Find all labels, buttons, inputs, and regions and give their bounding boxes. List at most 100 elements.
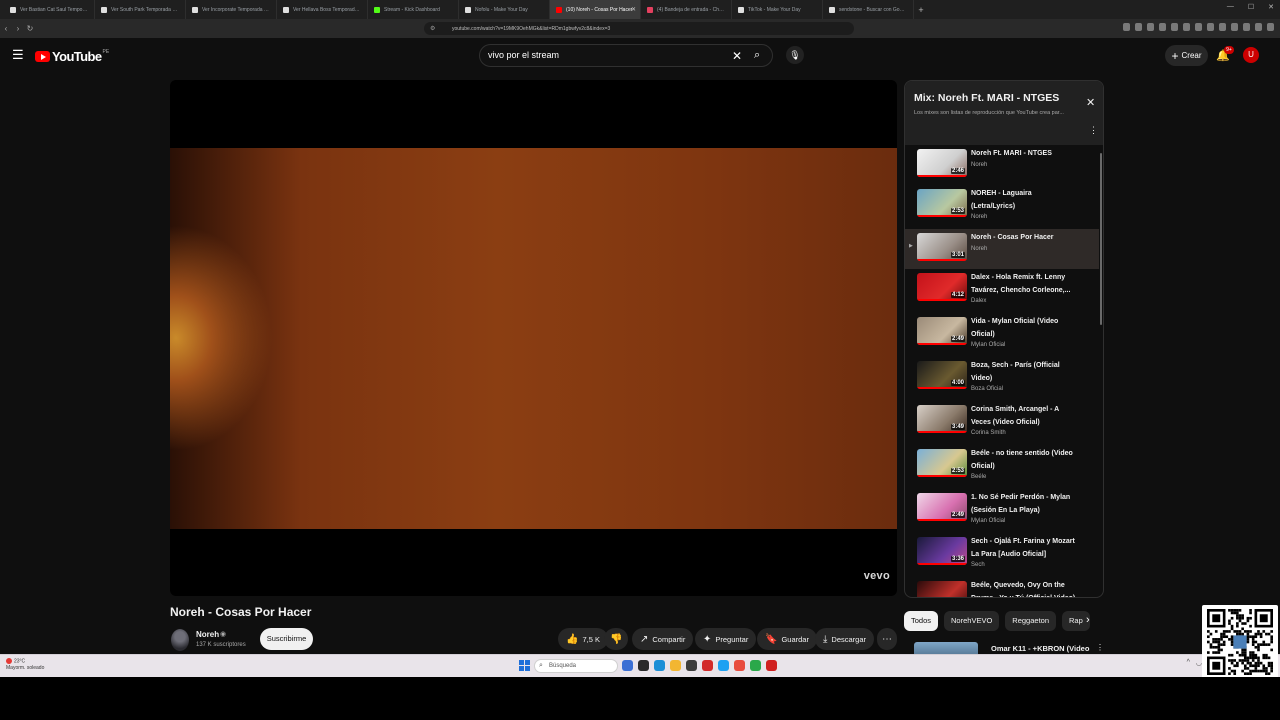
more-actions-button[interactable]: ⋯ bbox=[877, 628, 897, 650]
microphone-icon[interactable]: 🎙 bbox=[786, 46, 804, 64]
hamburger-menu-icon[interactable]: ☰ bbox=[12, 48, 24, 61]
extension-icon[interactable] bbox=[1159, 23, 1166, 31]
browser-tab[interactable]: Stream - Kick Dashboard bbox=[368, 0, 459, 19]
share-button[interactable]: ↗ Compartir bbox=[632, 628, 694, 650]
tab-favicon-icon bbox=[374, 6, 380, 13]
subscribe-button[interactable]: Suscribirme bbox=[260, 628, 313, 650]
channel-name[interactable]: Noreh bbox=[196, 630, 219, 639]
account-avatar[interactable]: U bbox=[1243, 47, 1259, 63]
playlist-title[interactable]: Mix: Noreh Ft. MARI - NTGES bbox=[914, 92, 1059, 104]
filter-chip[interactable]: Todos bbox=[904, 611, 939, 631]
extension-icon[interactable] bbox=[1147, 23, 1154, 31]
dislike-button[interactable]: 👎 bbox=[604, 628, 629, 650]
video-player[interactable]: vevo bbox=[170, 80, 897, 596]
tray-chevron-icon[interactable]: ^ bbox=[1187, 659, 1190, 667]
back-icon[interactable]: ‹ bbox=[0, 24, 12, 33]
extension-icon[interactable] bbox=[1243, 23, 1250, 31]
recommendation-thumbnail[interactable] bbox=[914, 642, 978, 654]
browser-tab[interactable]: (4) Bandeja de entrada - Chats bbox=[641, 0, 732, 19]
playlist-item[interactable]: 2:49 Vida - Mylan Oficial (Video Oficial)… bbox=[905, 313, 1099, 357]
playlist-item[interactable]: 2:49 1. No Sé Pedir Perdón - Mylan (Sesió… bbox=[905, 489, 1099, 533]
playlist-item[interactable]: 4:00 Boza, Sech - París (Official Video) B… bbox=[905, 357, 1099, 401]
reload-icon[interactable]: ↻ bbox=[24, 24, 36, 33]
taskbar-app-icon[interactable] bbox=[702, 660, 713, 671]
close-icon[interactable]: ✕ bbox=[1086, 96, 1095, 109]
filter-chip[interactable]: Reggaeton bbox=[1005, 611, 1056, 631]
download-button[interactable]: ⤓ Descargar bbox=[815, 628, 875, 650]
taskbar-app-icon[interactable] bbox=[766, 660, 777, 671]
playlist-scrollbar[interactable] bbox=[1100, 153, 1102, 325]
new-tab-icon[interactable]: + bbox=[914, 5, 928, 15]
like-count: 7,5 K bbox=[582, 634, 600, 644]
weather-widget[interactable]: 23°C Mayorm. soleado bbox=[6, 658, 44, 672]
playlist-item[interactable]: 2:53 NOREH - Laguaira (Letra/Lyrics) Noreh bbox=[905, 185, 1099, 229]
taskbar-search[interactable]: ⌕ Búsqueda bbox=[534, 659, 618, 673]
playlist-items: 2:46 Noreh Ft. MARI - NTGES Noreh 2:53 NOREH… bbox=[905, 145, 1103, 597]
site-info-icon[interactable]: ⚙ bbox=[430, 25, 435, 32]
taskbar-app-icon[interactable] bbox=[638, 660, 649, 671]
playlist-item[interactable]: 2:46 Noreh Ft. MARI - NTGES Noreh bbox=[905, 145, 1099, 185]
close-window-icon[interactable]: ✕ bbox=[1268, 3, 1274, 11]
taskbar-app-icon[interactable] bbox=[718, 660, 729, 671]
extension-icon[interactable] bbox=[1171, 23, 1178, 31]
taskbar-app-icon[interactable] bbox=[654, 660, 665, 671]
playlist-item-channel: Noreh bbox=[971, 214, 988, 220]
browser-tab[interactable]: sendstone - Buscar con Google bbox=[823, 0, 914, 19]
taskbar-app-icon[interactable] bbox=[750, 660, 761, 671]
maximize-icon[interactable]: ☐ bbox=[1248, 3, 1254, 11]
windows-start-icon[interactable] bbox=[519, 660, 530, 671]
country-code: PE bbox=[102, 48, 110, 55]
extension-icon[interactable] bbox=[1123, 23, 1130, 31]
browser-tab[interactable]: Ver Incorporate Temporada 1 Episo bbox=[186, 0, 277, 19]
now-playing-icon: ▶ bbox=[909, 243, 913, 249]
tab-label: TikTok - Make Your Day bbox=[748, 6, 801, 13]
more-vertical-icon[interactable]: ⋮ bbox=[1096, 643, 1104, 652]
playlist-item[interactable]: 3:36 Sech - Ojalá Ft. Farina y Mozart La … bbox=[905, 533, 1099, 577]
chevron-right-icon[interactable]: › bbox=[1086, 614, 1090, 626]
extension-icon[interactable] bbox=[1255, 23, 1262, 31]
browser-tab[interactable]: Nofolu - Make Your Day bbox=[459, 0, 550, 19]
search-box: ✕ ⌕ bbox=[479, 44, 773, 67]
filter-chip[interactable]: NorehVEVO bbox=[944, 611, 1000, 631]
taskbar-app-icon[interactable] bbox=[622, 660, 633, 671]
playlist-item[interactable]: 4:12 Dalex - Hola Remix ft. Lenny Tavárez… bbox=[905, 269, 1099, 313]
playlist-item[interactable]: ▶ 3:01 Noreh - Cosas Por Hacer Noreh bbox=[905, 229, 1099, 269]
extension-icon[interactable] bbox=[1207, 23, 1214, 31]
tab-favicon-icon bbox=[192, 6, 198, 13]
playlist-item[interactable]: 3:49 Corina Smith, Arcangel - A Veces (Vi… bbox=[905, 401, 1099, 445]
taskbar-app-icon[interactable] bbox=[670, 660, 681, 671]
playlist-item[interactable]: Beéle, Quevedo, Ovy On the Drums - Yo y … bbox=[905, 577, 1099, 597]
taskbar-app-icon[interactable] bbox=[686, 660, 697, 671]
browser-tab[interactable]: TikTok - Make Your Day bbox=[732, 0, 823, 19]
more-vertical-icon[interactable]: ⋮ bbox=[1089, 125, 1098, 136]
tab-close-icon[interactable]: ✕ bbox=[631, 6, 636, 13]
save-button[interactable]: 🔖 Guardar bbox=[757, 628, 817, 650]
create-button[interactable]: + Crear bbox=[1165, 45, 1208, 66]
ask-button[interactable]: ✦ Preguntar bbox=[695, 628, 757, 650]
playlist-thumbnail: 3:36 bbox=[917, 537, 967, 565]
watch-progress-bar bbox=[917, 475, 967, 477]
extension-icon[interactable] bbox=[1195, 23, 1202, 31]
browser-tab[interactable]: (10) Noreh - Cosas Por Hacer ✕ bbox=[550, 0, 641, 19]
browser-tab[interactable]: Ver Bastian Cat Saul Temporada 2 Ep bbox=[4, 0, 95, 19]
channel-avatar[interactable] bbox=[171, 629, 189, 651]
url-field[interactable]: ⚙ youtube.com/watch?v=19MK9OehMGk&list=R… bbox=[424, 22, 854, 35]
like-button[interactable]: 👍 7,5 K bbox=[558, 628, 608, 650]
recommendation-title[interactable]: Omar K11 - +KBRON (Video bbox=[991, 644, 1089, 653]
extension-icon[interactable] bbox=[1135, 23, 1142, 31]
forward-icon[interactable]: › bbox=[12, 24, 24, 33]
taskbar-app-icon[interactable] bbox=[734, 660, 745, 671]
minimize-icon[interactable]: — bbox=[1227, 3, 1234, 11]
playlist-item[interactable]: 2:53 Beéle - no tiene sentido (Video Ofic… bbox=[905, 445, 1099, 489]
extension-icon[interactable] bbox=[1219, 23, 1226, 31]
youtube-logo[interactable]: YouTube PE bbox=[35, 49, 109, 64]
extension-icon[interactable] bbox=[1231, 23, 1238, 31]
extension-icon[interactable] bbox=[1267, 23, 1274, 31]
search-input[interactable] bbox=[488, 50, 728, 60]
browser-tab[interactable]: Ver South Park Temporada 12 Episo bbox=[95, 0, 186, 19]
extension-icon[interactable] bbox=[1183, 23, 1190, 31]
clear-search-icon[interactable]: ✕ bbox=[732, 49, 742, 63]
playlist-thumbnail: 4:12 bbox=[917, 273, 967, 301]
search-icon[interactable]: ⌕ bbox=[754, 49, 760, 62]
browser-tab[interactable]: Ver Hellava Boss Temporada 2 Epis bbox=[277, 0, 368, 19]
